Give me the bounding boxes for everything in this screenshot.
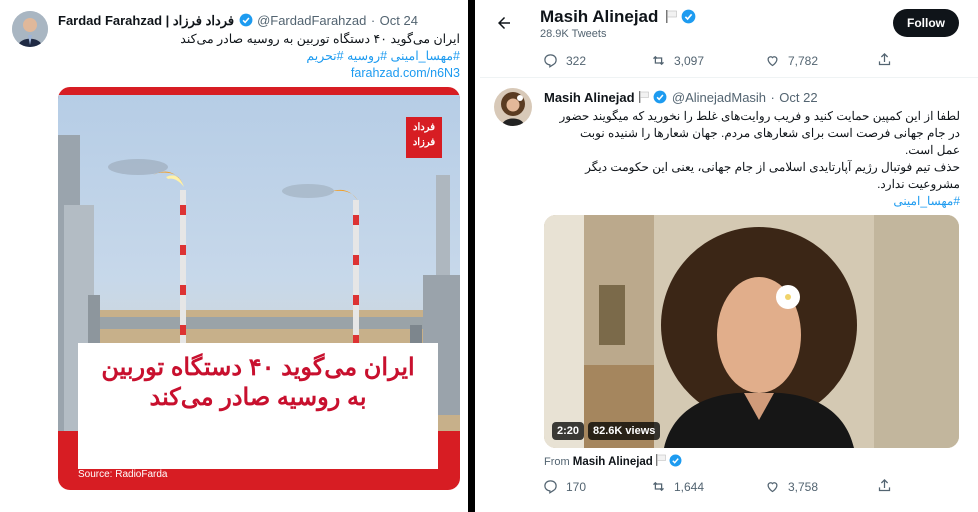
video-source: From Masih Alinejad bbox=[544, 454, 682, 470]
tweet-header: Fardad Farahzad | فرداد فرزاد @FardadFar… bbox=[58, 12, 418, 32]
tweet-date[interactable]: Oct 24 bbox=[380, 13, 418, 28]
retweet-icon bbox=[653, 55, 664, 66]
reply-stat[interactable]: 322 bbox=[543, 53, 586, 68]
reply-stat[interactable]: 170 bbox=[543, 479, 586, 494]
reply-icon bbox=[544, 54, 557, 68]
headline-line-1: ایران می‌گوید ۴۰ دستگاه توربین bbox=[101, 354, 415, 381]
author-name[interactable]: Fardad Farahzad | فرداد فرزاد bbox=[58, 13, 234, 28]
tweet-link[interactable]: farahzad.com/n6N3 bbox=[351, 66, 460, 80]
separator-dot: · bbox=[370, 13, 376, 28]
tweet-header: Masih Alinejad @AlinejadMasih · Oct 22 bbox=[544, 89, 818, 109]
tweet-text: لطفا از این کمپین حمایت کنید و فریب روای… bbox=[535, 108, 960, 210]
retweet-count: 1,644 bbox=[674, 479, 705, 494]
verified-badge-icon bbox=[669, 454, 682, 470]
tweet-hashtag[interactable]: #مهسا_امینی bbox=[535, 193, 960, 210]
verified-badge-icon bbox=[653, 90, 667, 109]
section-divider bbox=[480, 77, 978, 78]
tweet-image[interactable]: فرداد فرزاد ایران می‌گوید ۴۰ دستگاه تورب… bbox=[58, 87, 460, 490]
heart-icon bbox=[767, 56, 778, 67]
tweet-text-line-5: مشروعیت ندارد. bbox=[877, 177, 960, 191]
tweet-text-line-4: حذف تیم فوتبال رژیم آپارتایدی اسلامی از … bbox=[585, 160, 960, 174]
separator-dot: · bbox=[770, 90, 775, 105]
white-flag-icon bbox=[665, 10, 677, 23]
reply-count: 170 bbox=[566, 479, 587, 494]
verified-badge-icon bbox=[239, 13, 253, 32]
tweet-text-line-2: در جام جهانی فرصت است برای شعارهای مردم.… bbox=[580, 126, 960, 140]
tweet-text: ایران می‌گوید ۴۰ دستگاه توربین به روسیه … bbox=[180, 32, 460, 46]
headline-line-2: به روسیه صادر می‌کند bbox=[149, 384, 367, 411]
heart-icon bbox=[767, 482, 778, 493]
like-stat[interactable]: 3,758 bbox=[765, 479, 818, 494]
white-flag-icon bbox=[639, 90, 649, 103]
author-handle[interactable]: @AlinejadMasih bbox=[672, 90, 766, 105]
from-label: From bbox=[544, 456, 570, 468]
tweet-video[interactable]: 2:20 82.6K views bbox=[544, 215, 959, 448]
back-arrow-icon[interactable] bbox=[495, 14, 513, 37]
headline-text: ایران می‌گوید ۴۰ دستگاه توربین به روسیه … bbox=[78, 353, 438, 413]
panel-divider bbox=[468, 0, 475, 512]
tweet-count: 28.9K Tweets bbox=[540, 28, 607, 40]
reply-icon bbox=[544, 480, 557, 494]
video-views-badge: 82.6K views bbox=[588, 422, 661, 440]
retweet-stat[interactable]: 1,644 bbox=[651, 479, 704, 494]
profile-name: Masih Alinejad bbox=[540, 7, 659, 26]
profile-header: Masih Alinejad bbox=[540, 7, 696, 29]
tweet-text-line-3: عمل است. bbox=[904, 143, 960, 157]
follow-button[interactable]: Follow bbox=[893, 9, 959, 37]
logo-line-2: فرزاد bbox=[412, 137, 436, 148]
like-count: 7,782 bbox=[788, 53, 819, 68]
retweet-icon bbox=[653, 481, 664, 492]
reply-count: 322 bbox=[566, 53, 587, 68]
logo-badge: فرداد فرزاد bbox=[406, 117, 442, 158]
author-handle[interactable]: @FardadFarahzad bbox=[257, 13, 366, 28]
video-duration-badge: 2:20 bbox=[552, 422, 585, 440]
author-avatar[interactable] bbox=[12, 11, 48, 47]
retweet-stat[interactable]: 3,097 bbox=[651, 53, 704, 68]
tweet-hashtags[interactable]: #مهسا_امینی #روسیه #تحریم bbox=[306, 48, 460, 63]
white-flag-icon bbox=[655, 454, 666, 466]
tweet-text-line-1: لطفا از این کمپین حمایت کنید و فریب روای… bbox=[559, 109, 960, 123]
left-tweet-panel: Fardad Farahzad | فرداد فرزاد @FardadFar… bbox=[0, 0, 468, 512]
from-author[interactable]: Masih Alinejad bbox=[573, 456, 653, 468]
image-source: Source: RadioFarda bbox=[78, 469, 168, 480]
like-stat[interactable]: 7,782 bbox=[765, 53, 818, 68]
retweet-count: 3,097 bbox=[674, 53, 705, 68]
verified-badge-icon bbox=[681, 9, 696, 29]
author-name[interactable]: Masih Alinejad bbox=[544, 90, 635, 105]
tweet-date[interactable]: Oct 22 bbox=[779, 90, 817, 105]
like-count: 3,758 bbox=[788, 479, 819, 494]
share-icon[interactable] bbox=[877, 52, 892, 72]
right-profile-panel: Masih Alinejad 28.9K Tweets Follow 322 3… bbox=[475, 0, 978, 512]
logo-line-1: فرداد bbox=[413, 122, 435, 133]
video-frame bbox=[544, 215, 959, 448]
author-avatar[interactable] bbox=[494, 88, 532, 126]
share-icon[interactable] bbox=[877, 478, 892, 498]
